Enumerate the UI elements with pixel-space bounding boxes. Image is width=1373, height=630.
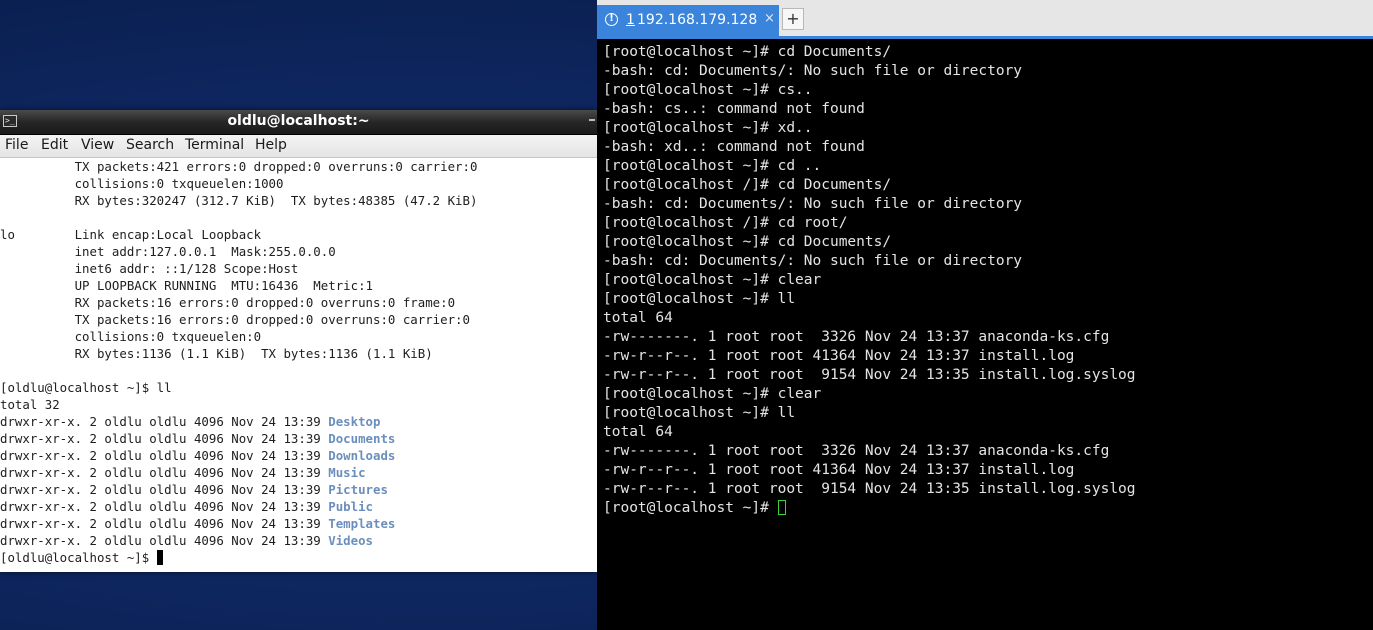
terminal-line: -bash: cs..: command not found: [603, 101, 865, 117]
ssh-client-window: ! 1 192.168.179.128 × + [root@localhost …: [597, 0, 1373, 630]
dir-listing-row: drwxr-xr-x. 2 oldlu oldlu 4096 Nov 24 13…: [0, 464, 597, 481]
dir-listing-row: drwxr-xr-x. 2 oldlu oldlu 4096 Nov 24 13…: [0, 498, 597, 515]
terminal-line: [root@localhost /]# cd Documents/: [603, 177, 892, 193]
tab-host-label: 192.168.179.128: [637, 12, 758, 28]
dir-attributes: drwxr-xr-x. 2 oldlu oldlu 4096 Nov 24 13…: [0, 482, 329, 497]
terminal-line: inet6 addr: ::1/128 Scope:Host: [0, 261, 299, 276]
terminal-line: RX bytes:1136 (1.1 KiB) TX bytes:1136 (1…: [0, 346, 433, 361]
dir-name: Documents: [328, 431, 396, 446]
alert-icon: !: [605, 13, 618, 26]
dir-listing-row: drwxr-xr-x. 2 oldlu oldlu 4096 Nov 24 13…: [0, 532, 597, 549]
dir-listing-row: drwxr-xr-x. 2 oldlu oldlu 4096 Nov 24 13…: [0, 430, 597, 447]
terminal-line: -rw-r--r--. 1 root root 41364 Nov 24 13:…: [603, 348, 1075, 364]
window-title: oldlu@localhost:~: [227, 113, 370, 129]
minimize-icon[interactable]: [589, 119, 595, 121]
dir-attributes: drwxr-xr-x. 2 oldlu oldlu 4096 Nov 24 13…: [0, 465, 329, 480]
terminal-line: TX packets:16 errors:0 dropped:0 overrun…: [0, 312, 470, 327]
terminal-line: -rw-------. 1 root root 3326 Nov 24 13:3…: [603, 329, 1110, 345]
terminal-line: -bash: cd: Documents/: No such file or d…: [603, 253, 1023, 269]
dir-name: Public: [328, 499, 373, 514]
prompt-line[interactable]: [root@localhost ~]#: [603, 499, 1369, 518]
terminal-line: -rw-r--r--. 1 root root 9154 Nov 24 13:3…: [603, 481, 1136, 497]
terminal-line: RX packets:16 errors:0 dropped:0 overrun…: [0, 295, 456, 310]
terminal-line: collisions:0 txqueuelen:0: [0, 329, 262, 344]
menu-view[interactable]: View: [81, 137, 114, 153]
tab-index: 1: [626, 12, 635, 28]
dir-name: Pictures: [328, 482, 388, 497]
terminal-line: UP LOOPBACK RUNNING MTU:16436 Metric:1: [0, 278, 373, 293]
terminal-line: [root@localhost ~]# cd ..: [603, 158, 822, 174]
add-tab-button[interactable]: +: [782, 8, 804, 30]
terminal-line: [root@localhost ~]# xd..: [603, 120, 813, 136]
terminal-line: -rw-r--r--. 1 root root 9154 Nov 24 13:3…: [603, 367, 1136, 383]
dir-name: Videos: [328, 533, 373, 548]
tab-accent-bar: [597, 36, 1373, 39]
terminal-line: -bash: cd: Documents/: No such file or d…: [603, 196, 1023, 212]
dir-attributes: drwxr-xr-x. 2 oldlu oldlu 4096 Nov 24 13…: [0, 448, 329, 463]
terminal-line: [root@localhost ~]# clear: [603, 386, 822, 402]
menu-edit[interactable]: Edit: [41, 137, 68, 153]
dir-attributes: drwxr-xr-x. 2 oldlu oldlu 4096 Nov 24 13…: [0, 516, 329, 531]
terminal-line: RX bytes:320247 (312.7 KiB) TX bytes:483…: [0, 193, 478, 208]
dir-listing-row: drwxr-xr-x. 2 oldlu oldlu 4096 Nov 24 13…: [0, 515, 597, 532]
terminal-line: [root@localhost ~]# cd Documents/: [603, 44, 892, 60]
terminal-line: inet addr:127.0.0.1 Mask:255.0.0.0: [0, 244, 336, 259]
dir-listing-row: drwxr-xr-x. 2 oldlu oldlu 4096 Nov 24 13…: [0, 447, 597, 464]
dir-name: Music: [328, 465, 366, 480]
terminal-line: lo Link encap:Local Loopback: [0, 227, 262, 242]
terminal-line: total 64: [603, 310, 673, 326]
cursor: [156, 550, 163, 565]
menu-terminal[interactable]: Terminal: [185, 137, 244, 153]
terminal-line: [oldlu@localhost ~]$ ll: [0, 380, 172, 395]
prompt-text: [oldlu@localhost ~]$: [0, 550, 157, 565]
tab-session[interactable]: ! 1 192.168.179.128 ×: [597, 5, 779, 36]
terminal-line: -bash: cd: Documents/: No such file or d…: [603, 63, 1023, 79]
window-titlebar[interactable]: >_ oldlu@localhost:~: [0, 110, 597, 135]
dir-attributes: drwxr-xr-x. 2 oldlu oldlu 4096 Nov 24 13…: [0, 499, 329, 514]
gnome-terminal-window: >_ oldlu@localhost:~ File Edit View Sear…: [0, 110, 597, 572]
terminal-line: [root@localhost ~]# clear: [603, 272, 822, 288]
menu-help[interactable]: Help: [255, 137, 287, 153]
dir-listing-row: drwxr-xr-x. 2 oldlu oldlu 4096 Nov 24 13…: [0, 481, 597, 498]
terminal-line: [root@localhost ~]# ll: [603, 291, 796, 307]
cursor: [777, 500, 786, 515]
dir-name: Templates: [328, 516, 396, 531]
terminal-line: -rw-------. 1 root root 3326 Nov 24 13:3…: [603, 443, 1110, 459]
prompt-line[interactable]: [oldlu@localhost ~]$: [0, 549, 597, 566]
terminal-line: [root@localhost ~]# cs..: [603, 82, 813, 98]
terminal-output[interactable]: TX packets:421 errors:0 dropped:0 overru…: [0, 158, 597, 572]
terminal-line: -rw-r--r--. 1 root root 41364 Nov 24 13:…: [603, 462, 1075, 478]
terminal-line: [root@localhost ~]# ll: [603, 405, 796, 421]
terminal-line: [root@localhost /]# cd root/: [603, 215, 848, 231]
terminal-line: total 64: [603, 424, 673, 440]
ssh-terminal-output[interactable]: [root@localhost ~]# cd Documents/ -bash: …: [603, 43, 1369, 628]
dir-name: Downloads: [328, 448, 396, 463]
dir-attributes: drwxr-xr-x. 2 oldlu oldlu 4096 Nov 24 13…: [0, 431, 329, 446]
tab-bar: ! 1 192.168.179.128 × +: [597, 0, 1373, 36]
dir-listing-row: drwxr-xr-x. 2 oldlu oldlu 4096 Nov 24 13…: [0, 413, 597, 430]
close-icon[interactable]: ×: [764, 11, 775, 26]
menu-file[interactable]: File: [5, 137, 28, 153]
terminal-line: [root@localhost ~]# cd Documents/: [603, 234, 892, 250]
dir-attributes: drwxr-xr-x. 2 oldlu oldlu 4096 Nov 24 13…: [0, 533, 329, 548]
prompt-text: [root@localhost ~]#: [603, 500, 778, 516]
menu-bar: File Edit View Search Terminal Help: [0, 135, 597, 158]
terminal-line: total 32: [0, 397, 60, 412]
terminal-line: TX packets:421 errors:0 dropped:0 overru…: [0, 159, 478, 174]
dir-attributes: drwxr-xr-x. 2 oldlu oldlu 4096 Nov 24 13…: [0, 414, 329, 429]
terminal-line: -bash: xd..: command not found: [603, 139, 865, 155]
terminal-line: collisions:0 txqueuelen:1000: [0, 176, 284, 191]
menu-search[interactable]: Search: [126, 137, 174, 153]
dir-name: Desktop: [328, 414, 381, 429]
